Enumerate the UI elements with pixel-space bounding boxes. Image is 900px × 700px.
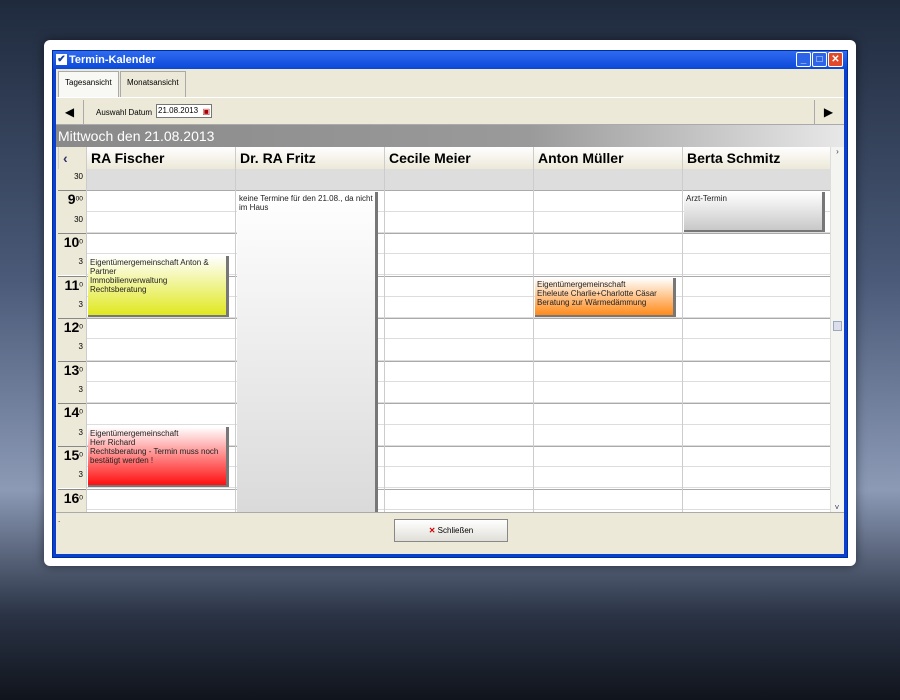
time-label: 100 [58, 232, 86, 255]
time-label: 30 [58, 211, 86, 233]
hour: 14 [63, 404, 80, 421]
close-label: Schließen [437, 526, 474, 535]
close-button[interactable]: ✕ Schließen [394, 519, 508, 542]
bottom-bar: . ✕ Schließen [56, 512, 844, 554]
close-window-button[interactable]: ✕ [828, 52, 843, 67]
time-label: 30 [58, 169, 86, 191]
minute: 0 [79, 366, 83, 374]
time-slot[interactable] [86, 232, 831, 255]
prev-day-button[interactable]: ◀ [56, 100, 84, 124]
column-divider [384, 169, 385, 512]
scroll-left-button[interactable]: ‹ [58, 147, 86, 169]
column-header[interactable]: RA Fischer [86, 147, 235, 169]
column-divider [235, 169, 236, 512]
minute: 3 [78, 427, 83, 437]
minute: 0 [79, 323, 83, 331]
time-label: 140 [58, 403, 86, 425]
hour: 12 [63, 319, 80, 336]
time-label: 150 [58, 445, 86, 468]
hour: 10 [63, 233, 80, 250]
appointment[interactable]: Eigentümergemeinschaft Eheleute Charlie+… [535, 277, 676, 318]
time-label: 120 [58, 318, 86, 340]
column-header[interactable]: Berta Schmitz [682, 147, 831, 169]
time-slot[interactable] [86, 382, 831, 404]
appointment[interactable]: keine Termine für den 21.08., da nicht i… [237, 192, 378, 512]
calendar-icon[interactable]: ▣ [202, 106, 210, 118]
time-label: 900 [58, 190, 86, 212]
minute: 3 [78, 385, 83, 394]
tab-monatsansicht[interactable]: Monatsansicht [120, 71, 186, 97]
vertical-scrollbar[interactable]: › ˅ [830, 147, 844, 512]
day-banner: Mittwoch den 21.08.2013 [56, 125, 844, 147]
time-label: 110 [58, 275, 86, 297]
time-label: 3 [58, 339, 86, 361]
scroll-thumb[interactable] [833, 321, 842, 331]
termin-kalender-window: ✔ Termin-Kalender _ □ ✕ Tagesansicht Mon… [44, 40, 856, 566]
minute: 0 [79, 451, 83, 459]
minute: 3 [78, 257, 83, 267]
date-label: Auswahl Datum [96, 108, 153, 117]
minute: 30 [74, 172, 83, 181]
minimize-button[interactable]: _ [796, 52, 811, 67]
scroll-down-icon[interactable]: ˅ [831, 503, 843, 512]
time-label: 3 [58, 467, 86, 489]
time-slot[interactable] [86, 488, 831, 510]
column-divider [86, 169, 87, 512]
column-header[interactable]: Cecile Meier [384, 147, 533, 169]
hour: 16 [63, 489, 80, 506]
window-frame: ✔ Termin-Kalender _ □ ✕ Tagesansicht Mon… [52, 50, 848, 558]
minute: 0 [79, 493, 83, 501]
title-bar[interactable]: ✔ Termin-Kalender _ □ ✕ [53, 51, 847, 69]
date-input[interactable]: 21.08.2013 ▣ [156, 104, 212, 118]
minute: 0 [79, 238, 83, 246]
time-label: 130 [58, 360, 86, 382]
time-label: 160 [58, 488, 86, 510]
time-slot[interactable] [86, 360, 831, 382]
status-text: . [58, 515, 61, 524]
window-title: Termin-Kalender [69, 54, 156, 66]
time-label: 3 [58, 254, 86, 276]
minute: 3 [78, 470, 83, 480]
maximize-button[interactable]: □ [812, 52, 827, 67]
column-header[interactable]: Anton Müller [533, 147, 682, 169]
date-nav-row: ◀ Auswahl Datum 21.08.2013 ▣ ▶ [56, 97, 844, 125]
tab-tagesansicht[interactable]: Tagesansicht [58, 71, 119, 97]
column-header[interactable]: Dr. RA Fritz [235, 147, 384, 169]
next-day-button[interactable]: ▶ [814, 100, 842, 124]
time-slot[interactable] [86, 339, 831, 361]
day-grid: ‹ RA Fischer Dr. RA Fritz Cecile Meier Anto… [58, 147, 844, 512]
client-area: Tagesansicht Monatsansicht ◀ Auswahl Dat… [56, 69, 844, 554]
scroll-up-icon[interactable]: › [831, 147, 844, 156]
appointment[interactable]: Arzt-Termin [684, 192, 825, 232]
minute: 3 [78, 342, 83, 352]
time-label: 3 [58, 296, 86, 319]
minute: 3 [78, 299, 83, 309]
appointment[interactable]: Eigentümergemeinschaft Anton & Partner I… [88, 256, 229, 318]
hour: 9 [67, 191, 76, 208]
minute: 0 [79, 280, 83, 288]
date-value: 21.08.2013 [158, 106, 199, 115]
app-icon: ✔ [56, 54, 67, 65]
time-slot[interactable] [86, 318, 831, 340]
hour: 15 [63, 446, 80, 463]
time-slot[interactable] [86, 169, 831, 191]
column-divider [533, 169, 534, 512]
time-label: 3 [58, 424, 86, 446]
time-slot[interactable] [86, 403, 831, 425]
column-divider [682, 169, 683, 512]
time-label: 3 [58, 382, 86, 404]
minute: 30 [74, 214, 83, 224]
hour: 11 [64, 276, 80, 293]
hour: 13 [63, 361, 80, 378]
minute: 0 [79, 408, 83, 416]
minute: 00 [75, 195, 83, 203]
x-icon: ✕ [428, 526, 436, 535]
appointment[interactable]: Eigentümergemeinschaft Herr Richard Rech… [88, 426, 229, 488]
